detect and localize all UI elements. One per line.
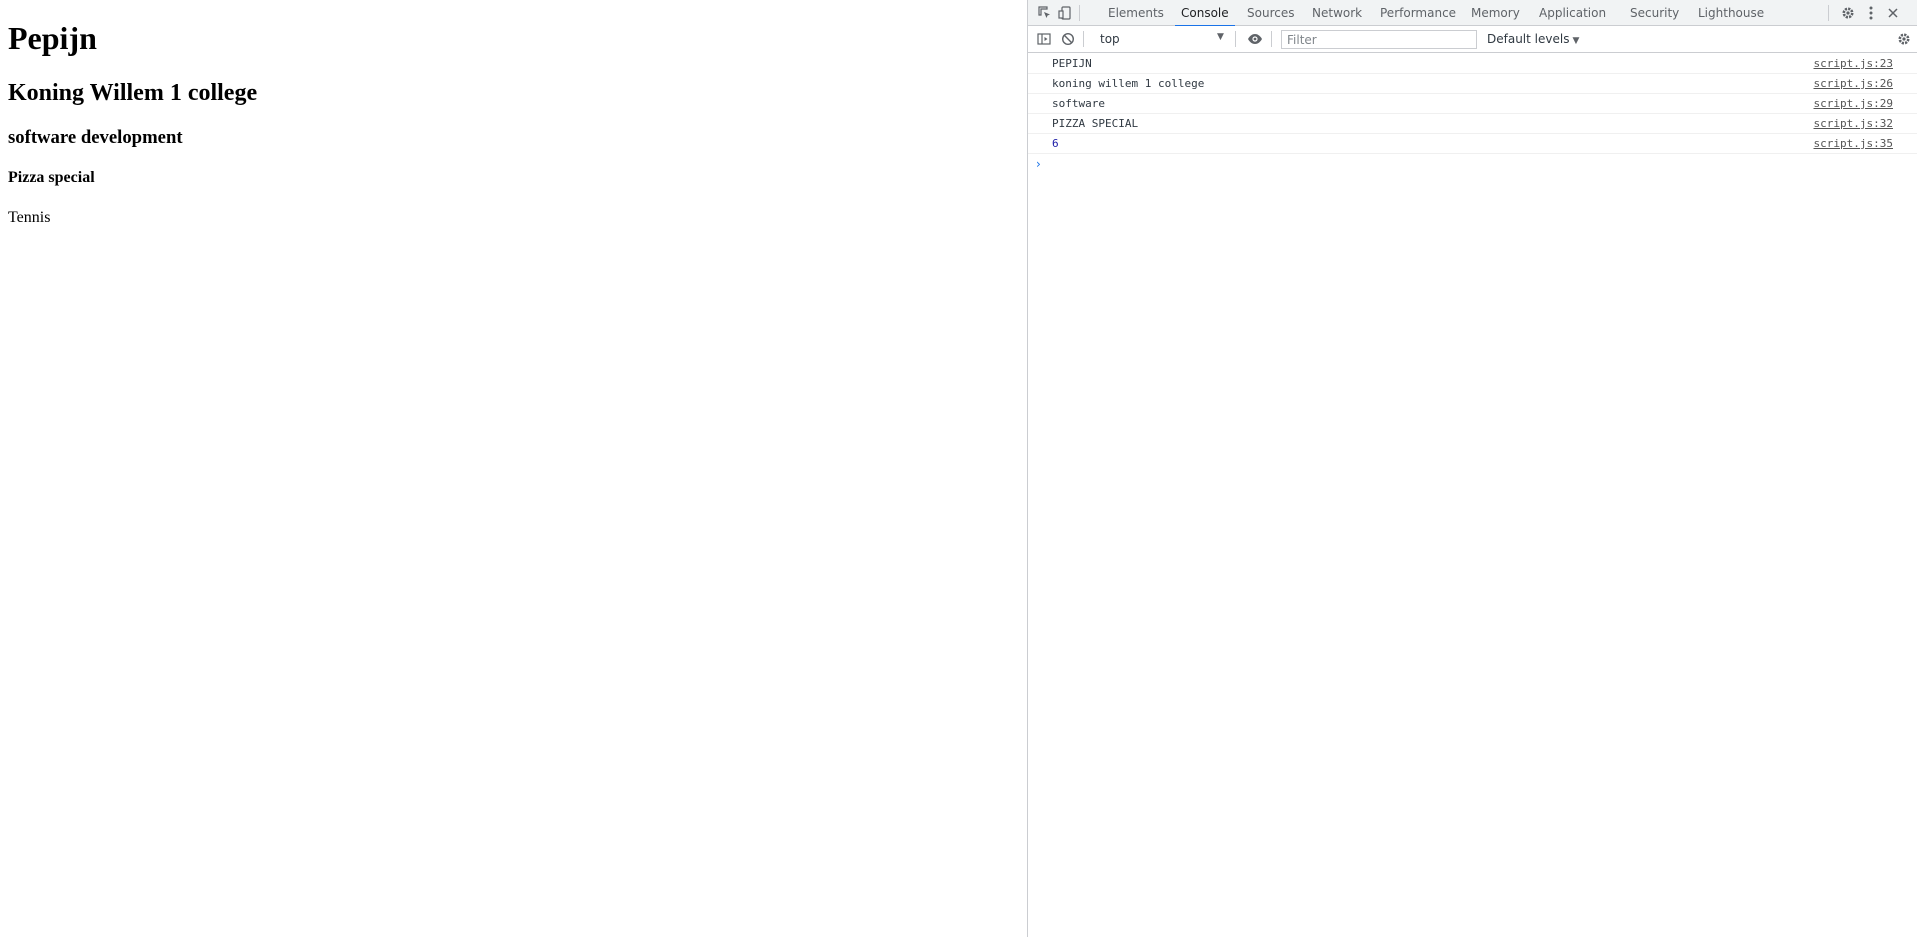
- page-heading-study: software development: [8, 127, 183, 148]
- toolbar-separator: [1235, 31, 1236, 47]
- console-messages: PEPIJN script.js:23 koning willem 1 coll…: [1028, 54, 1917, 937]
- console-message-text: software: [1052, 97, 1105, 110]
- console-message: koning willem 1 college script.js:26: [1028, 74, 1917, 94]
- clear-console-icon[interactable]: [1059, 30, 1077, 48]
- close-icon[interactable]: [1884, 4, 1902, 22]
- filter-input[interactable]: [1281, 30, 1477, 49]
- console-source-link[interactable]: script.js:26: [1814, 74, 1893, 94]
- log-levels-dropdown[interactable]: Default levels ▼: [1487, 29, 1579, 49]
- tab-console[interactable]: Console: [1175, 0, 1235, 27]
- console-source-link[interactable]: script.js:35: [1814, 134, 1893, 154]
- settings-gear-icon[interactable]: [1839, 4, 1857, 22]
- devtools-tabbar: Elements Console Sources Network Perform…: [1028, 0, 1917, 27]
- chevron-down-icon: ▼: [1572, 36, 1580, 46]
- console-prompt[interactable]: ›: [1028, 154, 1917, 174]
- console-source-link[interactable]: script.js:23: [1814, 54, 1893, 74]
- console-message: 6 script.js:35: [1028, 134, 1917, 154]
- web-page: Pepijn Koning Willem 1 college software …: [0, 0, 1027, 937]
- console-message: software script.js:29: [1028, 94, 1917, 114]
- tab-application[interactable]: Application: [1539, 0, 1606, 26]
- context-selector[interactable]: top: [1094, 29, 1258, 49]
- show-sidebar-icon[interactable]: [1035, 30, 1053, 48]
- page-heading-school: Koning Willem 1 college: [8, 80, 258, 106]
- devtools-panel: Elements Console Sources Network Perform…: [1027, 0, 1917, 937]
- console-message-text: PIZZA SPECIAL: [1052, 117, 1139, 130]
- tabbar-separator-right: [1828, 5, 1829, 21]
- tab-elements[interactable]: Elements: [1108, 0, 1164, 26]
- page-heading-food: Pizza special: [8, 169, 95, 186]
- tab-memory[interactable]: Memory: [1471, 0, 1520, 26]
- tab-sources[interactable]: Sources: [1247, 0, 1294, 26]
- tab-lighthouse[interactable]: Lighthouse: [1698, 0, 1764, 26]
- inspect-element-icon[interactable]: [1036, 4, 1054, 22]
- console-message-text: koning willem 1 college: [1052, 77, 1205, 90]
- page-heading-name: Pepijn: [8, 20, 97, 56]
- console-message-text: PEPIJN: [1052, 57, 1092, 70]
- chevron-down-icon: ▼: [1217, 32, 1224, 42]
- live-expression-eye-icon[interactable]: [1246, 30, 1264, 48]
- console-source-link[interactable]: script.js:32: [1814, 114, 1893, 134]
- console-source-link[interactable]: script.js:29: [1814, 94, 1893, 114]
- console-message-number: 6: [1052, 137, 1059, 150]
- prompt-chevron-icon: ›: [1036, 157, 1041, 171]
- toolbar-separator: [1271, 31, 1272, 47]
- tab-security[interactable]: Security: [1630, 0, 1679, 26]
- console-message: PEPIJN script.js:23: [1028, 54, 1917, 74]
- page-paragraph-hobby: Tennis: [8, 209, 51, 226]
- tab-performance[interactable]: Performance: [1380, 0, 1456, 26]
- console-toolbar: top ▼ Default levels▼: [1028, 26, 1917, 53]
- tab-network[interactable]: Network: [1312, 0, 1362, 26]
- device-toolbar-icon[interactable]: [1056, 4, 1074, 22]
- console-message: PIZZA SPECIAL script.js:32: [1028, 114, 1917, 134]
- toolbar-separator: [1083, 31, 1084, 47]
- console-settings-gear-icon[interactable]: [1895, 30, 1913, 48]
- more-options-icon[interactable]: [1862, 4, 1880, 22]
- log-levels-label: Default levels: [1487, 32, 1570, 46]
- tabbar-separator: [1079, 5, 1080, 21]
